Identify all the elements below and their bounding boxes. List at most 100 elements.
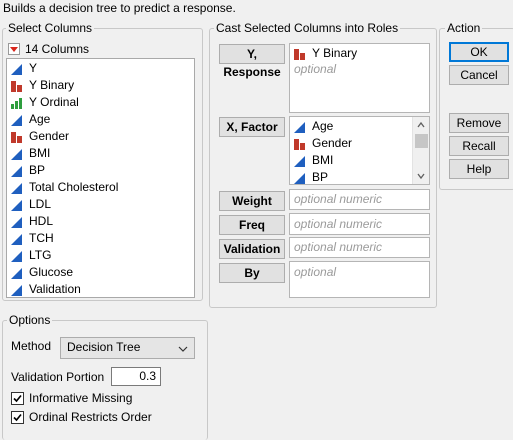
column-list-item[interactable]: BMI (7, 145, 194, 162)
cancel-button[interactable]: Cancel (449, 65, 509, 85)
options-title: Options (7, 313, 53, 327)
cast-roles-title: Cast Selected Columns into Roles (214, 21, 401, 35)
y-response-button[interactable]: Y, Response (219, 44, 285, 79)
checkmark-icon (13, 413, 22, 422)
method-select[interactable]: Decision Tree (60, 337, 195, 359)
weight-box[interactable]: optional numeric (289, 189, 430, 210)
continuous-icon (11, 199, 22, 211)
red-triangle-icon (10, 47, 18, 52)
nominal-icon (11, 131, 22, 143)
column-list-item-label: Gender (29, 129, 70, 143)
column-list-item-label: Y Binary (29, 78, 75, 92)
freq-box[interactable]: optional numeric (289, 213, 430, 235)
continuous-icon (11, 267, 22, 279)
by-box[interactable]: optional (289, 261, 430, 298)
continuous-icon (11, 165, 22, 177)
column-list-item-label: BMI (29, 146, 51, 160)
continuous-icon (11, 63, 22, 75)
column-list-item[interactable]: LTG (7, 247, 194, 264)
x-factor-item-label: BMI (312, 153, 334, 167)
freq-button[interactable]: Freq (219, 215, 285, 235)
x-factor-item-label: BP (312, 170, 329, 184)
column-list-item[interactable]: Glucose (7, 264, 194, 281)
column-list-item[interactable]: Validation (7, 281, 194, 297)
x-factor-scrollbar[interactable] (412, 117, 429, 184)
x-factor-box[interactable]: Age Gender BMI BP (289, 116, 430, 185)
column-list-item-label: Y (29, 61, 38, 75)
column-list-item[interactable]: LDL (7, 196, 194, 213)
columns-count-label: 14 Columns (25, 42, 90, 56)
validation-placeholder: optional numeric (294, 240, 383, 254)
weight-button[interactable]: Weight (219, 191, 285, 211)
y-response-item[interactable]: Y Binary (290, 45, 429, 62)
validation-box[interactable]: optional numeric (289, 237, 430, 258)
checkmark-icon (13, 394, 22, 403)
remove-button[interactable]: Remove (449, 113, 509, 133)
column-list-item-label: LTG (29, 248, 52, 262)
ordinal-icon (11, 97, 22, 109)
ordinal-restricts-order-label: Ordinal Restricts Order (29, 410, 152, 424)
chevron-down-icon (178, 346, 188, 352)
continuous-icon (11, 114, 22, 126)
column-list-item[interactable]: Y (7, 60, 194, 77)
method-select-value: Decision Tree (67, 340, 141, 354)
validation-portion-input[interactable]: 0.3 (111, 367, 161, 386)
help-button[interactable]: Help (449, 159, 509, 179)
scroll-thumb[interactable] (415, 134, 428, 148)
x-factor-item[interactable]: BMI (290, 152, 411, 169)
y-response-box[interactable]: Y Binary optional (289, 43, 430, 113)
column-list-item[interactable]: Total Cholesterol (7, 179, 194, 196)
nominal-icon (294, 48, 305, 60)
informative-missing-checkbox[interactable] (11, 392, 24, 405)
column-list-item-label: TCH (29, 231, 54, 245)
validation-button[interactable]: Validation (219, 239, 285, 259)
continuous-icon (294, 172, 305, 184)
nominal-icon (294, 138, 305, 150)
ordinal-restricts-order-checkbox[interactable] (11, 411, 24, 424)
column-list-item[interactable]: BP (7, 162, 194, 179)
column-list-item-label: BP (29, 163, 46, 177)
x-factor-item[interactable]: Gender (290, 135, 411, 152)
x-factor-item[interactable]: Age (290, 118, 411, 135)
x-factor-item-label: Gender (312, 136, 353, 150)
continuous-icon (11, 250, 22, 262)
continuous-icon (294, 121, 305, 133)
column-list-item-label: HDL (29, 214, 54, 228)
informative-missing-label: Informative Missing (29, 391, 133, 405)
y-response-placeholder: optional (294, 62, 337, 76)
freq-placeholder: optional numeric (294, 217, 383, 231)
column-list-item-label: Glucose (29, 265, 74, 279)
select-columns-title: Select Columns (6, 21, 95, 35)
column-list-item[interactable]: Y Binary (7, 77, 194, 94)
continuous-icon (11, 182, 22, 194)
continuous-icon (11, 284, 22, 296)
validation-portion-label: Validation Portion (11, 370, 105, 384)
column-list-item-label: Total Cholesterol (29, 180, 119, 194)
weight-placeholder: optional numeric (294, 192, 383, 206)
scroll-up-icon (417, 121, 425, 128)
column-list-item-label: Validation (29, 282, 81, 296)
x-factor-item[interactable]: BP (290, 169, 411, 186)
column-list-item-label: Y Ordinal (29, 95, 79, 109)
continuous-icon (11, 233, 22, 245)
scroll-down-icon (417, 173, 425, 180)
continuous-icon (11, 148, 22, 160)
recall-button[interactable]: Recall (449, 136, 509, 156)
columns-list[interactable]: Y Y Binary Y Ordinal Age Gender BMI BP Total Ch… (6, 58, 195, 298)
continuous-icon (294, 155, 305, 167)
column-list-item[interactable]: Age (7, 111, 194, 128)
columns-dropdown-toggle[interactable] (8, 43, 20, 55)
nominal-icon (11, 80, 22, 92)
column-list-item-label: Age (29, 112, 51, 126)
x-factor-item-label: Age (312, 119, 334, 133)
column-list-item[interactable]: TCH (7, 230, 194, 247)
column-list-item-label: LDL (29, 197, 52, 211)
by-button[interactable]: By (219, 263, 285, 283)
ok-button[interactable]: OK (449, 42, 509, 62)
x-factor-button[interactable]: X, Factor (219, 117, 285, 137)
column-list-item[interactable]: Y Ordinal (7, 94, 194, 111)
column-list-item[interactable]: Gender (7, 128, 194, 145)
by-placeholder: optional (294, 265, 337, 279)
column-list-item[interactable]: HDL (7, 213, 194, 230)
action-title: Action (445, 21, 483, 35)
